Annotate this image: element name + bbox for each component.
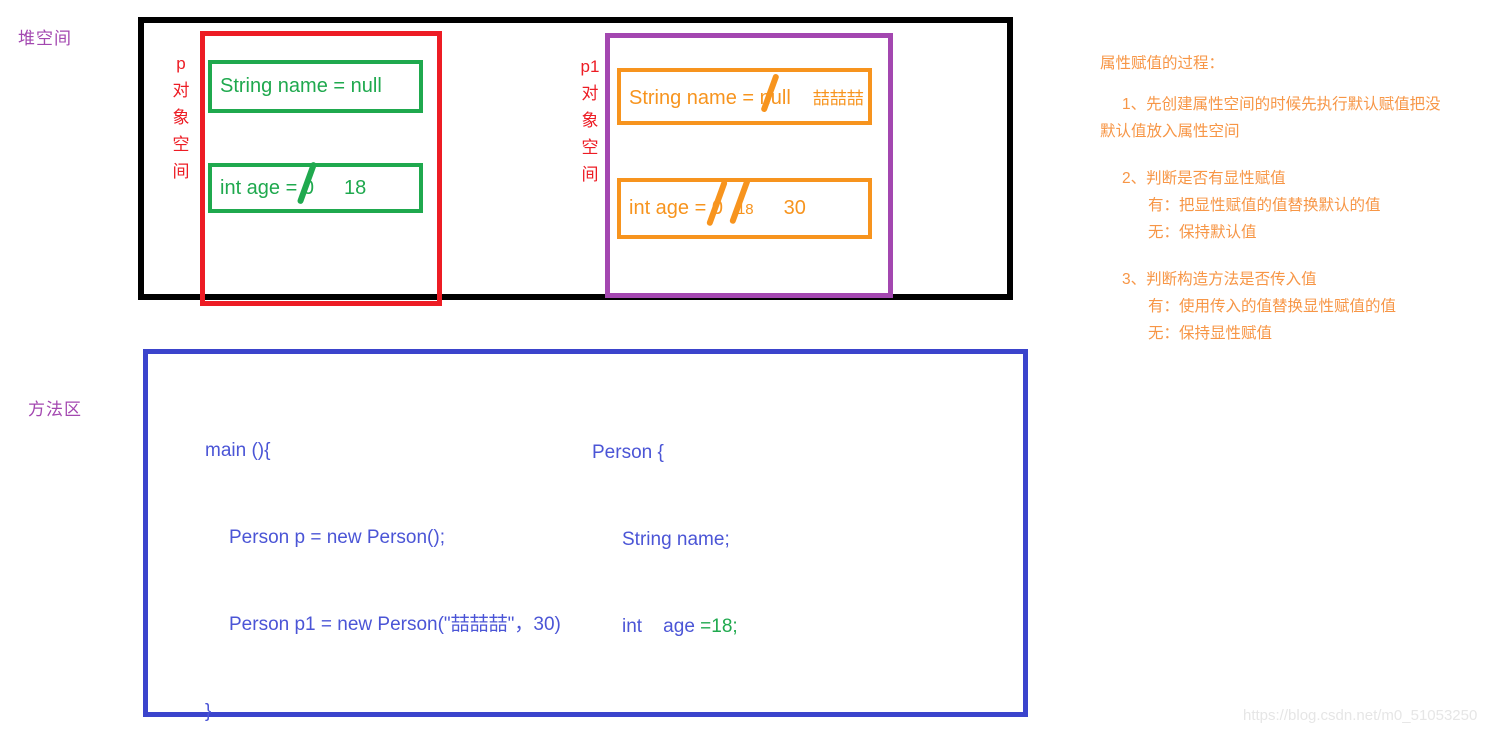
p1-label-char-1: 象 bbox=[581, 111, 599, 130]
p1-name-field-text: String name = null 喆喆喆 bbox=[621, 72, 864, 113]
notes-step-2-yes: 有：把显性赋值的值替换默认的值 bbox=[1148, 197, 1381, 214]
p1-age-field-box: int age = 0 18 30 bbox=[617, 177, 872, 239]
p1-object-space-vertical-label: p1 对 象 空 间 bbox=[576, 53, 604, 188]
heap-space-label: 堆空间 bbox=[18, 29, 72, 48]
person-code-line-3-init: =18; bbox=[700, 616, 738, 637]
p1-label-char-0: 对 bbox=[581, 84, 599, 103]
main-method-code: main (){ Person p = new Person(); Person… bbox=[205, 378, 561, 734]
p1-name-prefix: String name = bbox=[629, 86, 760, 109]
p1-name-struck-default: null bbox=[760, 72, 791, 113]
notes-step-1: 1、先创建属性空间的时候先执行默认赋值把没 bbox=[1122, 96, 1441, 113]
person-class-code: Person { String name; int age =18; } bbox=[592, 380, 738, 734]
main-code-line-1: main (){ bbox=[205, 440, 271, 461]
person-code-line-2: String name; bbox=[622, 529, 730, 550]
p1-label-head: p1 bbox=[580, 57, 600, 76]
diagram-canvas: 堆空间 方法区 p 对 象 空 间 String name = null int… bbox=[0, 0, 1500, 734]
notes-step-1-cont: 默认值放入属性空间 bbox=[1100, 123, 1240, 140]
notes-step-3: 3、判断构造方法是否传入值 bbox=[1122, 271, 1317, 288]
assignment-process-notes: 属性赋值的过程： 1、先创建属性空间的时候先执行默认赋值把没 默认值放入属性空间… bbox=[1100, 50, 1490, 347]
p-name-field-box: String name = null bbox=[208, 60, 423, 113]
p-object-space-vertical-label: p 对 象 空 间 bbox=[168, 50, 194, 185]
person-code-line-3-decl: int age bbox=[622, 616, 701, 637]
p-label-char-0: 对 bbox=[172, 81, 190, 100]
method-area-label: 方法区 bbox=[28, 400, 82, 419]
p-age-field-text: int age = 0 18 bbox=[212, 160, 367, 205]
p-label-char-2: 空 bbox=[172, 135, 190, 154]
p-label-char-1: 象 bbox=[172, 108, 190, 127]
p1-label-char-2: 空 bbox=[581, 138, 599, 157]
p1-name-field-box: String name = null 喆喆喆 bbox=[617, 68, 872, 125]
watermark: https://blog.csdn.net/m0_51053250 bbox=[1243, 707, 1478, 724]
notes-step-3-no: 无：保持显性赋值 bbox=[1148, 325, 1273, 342]
p1-label-char-3: 间 bbox=[581, 165, 599, 184]
notes-title: 属性赋值的过程： bbox=[1100, 55, 1225, 72]
p1-age-field-text: int age = 0 18 30 bbox=[621, 177, 806, 227]
p1-age-final-value: 30 bbox=[783, 197, 806, 219]
main-code-line-2: Person p = new Person(); bbox=[229, 527, 445, 548]
p-label-char-3: 间 bbox=[172, 162, 190, 181]
p-age-field-box: int age = 0 18 bbox=[208, 160, 423, 213]
p-name-field-text: String name = null bbox=[220, 75, 382, 97]
p-age-final-value: 18 bbox=[343, 176, 367, 199]
p1-age-struck-explicit: 18 bbox=[728, 177, 754, 225]
main-code-line-3: Person p1 = new Person("喆喆喆"，30) bbox=[229, 614, 561, 635]
p-label-head: p bbox=[176, 54, 186, 73]
notes-step-3-yes: 有：使用传入的值替换显性赋值的值 bbox=[1148, 298, 1397, 315]
p1-name-final-value: 喆喆喆 bbox=[812, 88, 864, 108]
p1-age-struck-default: 0 bbox=[705, 179, 728, 227]
notes-step-2-no: 无：保持默认值 bbox=[1148, 224, 1257, 241]
p1-age-prefix: int age = bbox=[629, 197, 712, 219]
person-code-line-1: Person { bbox=[592, 442, 664, 463]
p-age-prefix: int age = bbox=[220, 176, 303, 199]
p-age-struck-default: 0 bbox=[296, 160, 318, 205]
notes-step-2: 2、判断是否有显性赋值 bbox=[1122, 170, 1286, 187]
main-code-line-4: } bbox=[205, 701, 212, 722]
